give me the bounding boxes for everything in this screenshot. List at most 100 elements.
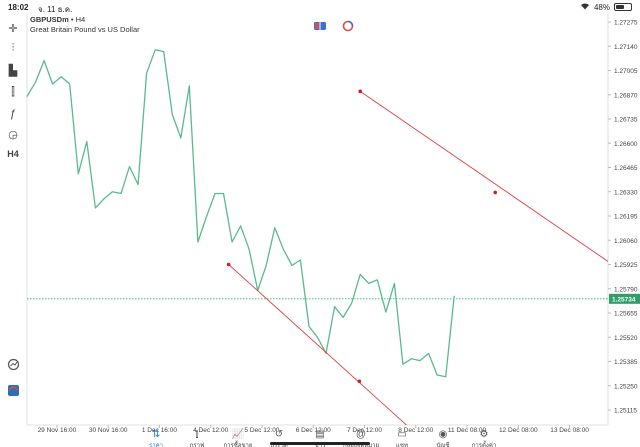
price-point xyxy=(419,360,421,361)
y-tick-label: 1.25115 xyxy=(614,408,637,415)
price-point xyxy=(291,265,293,266)
y-tick-label: 1.27140 xyxy=(614,44,638,51)
price-point xyxy=(120,193,122,194)
y-tick-label: 1.25250 xyxy=(614,383,638,390)
price-chart[interactable]: 1.27275 1.27140 1.27005 1.26870 1.26735 1.266… xyxy=(0,0,640,447)
y-tick-label: 1.27005 xyxy=(614,68,638,75)
price-point xyxy=(394,283,395,284)
price-point xyxy=(453,295,455,297)
indicators-icon[interactable]: ⫶ xyxy=(5,40,21,56)
nav-label: แชท xyxy=(396,443,408,447)
chart-header: GBPUSDm • H4 Great Britain Pound vs US D… xyxy=(30,15,140,35)
price-point xyxy=(334,306,335,308)
candlestick-icon: ⫾ xyxy=(195,429,199,440)
nav-label: การตั้งค่า xyxy=(471,443,497,447)
news-icon: ▤ xyxy=(315,429,325,440)
price-point xyxy=(385,311,387,313)
left-toolbar: ✛ ⫶ ▙ ⫿ ƒ ◶ H4 xyxy=(0,14,26,424)
price-point xyxy=(26,96,28,97)
y-tick-label: 1.26465 xyxy=(614,165,638,172)
price-point xyxy=(35,81,36,83)
price-point xyxy=(377,279,378,281)
price-point xyxy=(240,225,241,227)
sort-arrows-icon: ⇅ xyxy=(151,429,161,440)
nav-label: ราคา xyxy=(149,443,163,447)
price-point xyxy=(436,374,438,376)
trend-line[interactable] xyxy=(359,90,608,262)
y-tick-label: 1.27275 xyxy=(614,20,638,27)
header-separator: • xyxy=(70,15,74,24)
price-point xyxy=(223,193,224,194)
price-point xyxy=(163,51,165,52)
price-point xyxy=(171,114,173,115)
trend-line-anchor[interactable] xyxy=(358,89,363,94)
price-point xyxy=(146,72,147,74)
price-point xyxy=(214,193,216,194)
nav-quotes[interactable]: ⇅ ราคา xyxy=(136,429,176,447)
price-point xyxy=(274,227,276,228)
sync-icon[interactable] xyxy=(342,19,354,32)
price-point xyxy=(189,85,190,87)
nav-chat[interactable]: ▭ แชท xyxy=(382,429,422,447)
price-point xyxy=(368,283,370,284)
y-tick-label: 1.25790 xyxy=(614,286,638,293)
price-point xyxy=(95,207,96,209)
price-point xyxy=(86,141,88,142)
nav-chart[interactable]: ⫾ กราฟ xyxy=(177,429,217,447)
nav-settings[interactable]: ⚙ การตั้งค่า xyxy=(464,429,504,447)
alerts-icon[interactable] xyxy=(5,356,21,372)
nav-accounts[interactable]: ◉ บัญชี xyxy=(423,429,463,447)
y-tick-label: 1.25385 xyxy=(614,359,638,366)
price-point xyxy=(197,241,199,243)
home-indicator xyxy=(270,442,370,445)
price-point xyxy=(428,353,429,354)
trend-chart-icon: 📈 xyxy=(231,429,245,440)
price-point xyxy=(43,60,45,61)
function-icon[interactable]: ƒ xyxy=(5,106,21,122)
price-point xyxy=(248,248,250,250)
price-point xyxy=(137,184,139,185)
price-point xyxy=(317,336,318,338)
price-point xyxy=(129,166,130,167)
y-tick-label: 1.25520 xyxy=(614,335,638,342)
header-icons xyxy=(314,19,354,32)
broker-logo-icon[interactable] xyxy=(5,382,21,398)
one-click-trading-icon[interactable] xyxy=(314,19,326,31)
price-point xyxy=(445,376,446,378)
symbol-name: GBPUSDm xyxy=(30,15,69,24)
y-tick-label: 1.26330 xyxy=(614,189,638,196)
y-tick-label: 1.26600 xyxy=(614,141,638,148)
nav-label: บัญชี xyxy=(436,443,450,447)
timeframe-label: H4 xyxy=(75,15,86,24)
price-point xyxy=(154,49,156,51)
price-point xyxy=(231,241,233,243)
account-icon: ◉ xyxy=(438,429,448,440)
price-point xyxy=(180,137,182,139)
nav-trade[interactable]: 📈 การซื้อขาย xyxy=(218,429,258,447)
trend-line[interactable] xyxy=(228,264,447,447)
price-point xyxy=(300,259,301,261)
volume-icon[interactable]: ▙ xyxy=(5,62,21,78)
timeframe-button[interactable]: H4 xyxy=(5,146,21,162)
price-point xyxy=(112,191,113,193)
price-line-series xyxy=(26,49,455,378)
price-point xyxy=(77,173,79,175)
price-point xyxy=(103,198,105,200)
nav-label: การซื้อขาย xyxy=(223,443,253,447)
trend-line-anchor[interactable] xyxy=(493,190,498,195)
y-tick-label: 1.25925 xyxy=(614,262,638,269)
price-point xyxy=(359,274,361,275)
chat-icon: ▭ xyxy=(397,429,407,440)
history-icon: ↺ xyxy=(274,429,284,440)
trend-line-anchor[interactable] xyxy=(226,262,231,267)
y-tick-label: 1.25655 xyxy=(614,311,638,318)
current-price-label: 1.25734 xyxy=(612,296,636,303)
settings-sliders-icon[interactable]: ⫿ xyxy=(5,84,21,100)
symbol-description: Great Britain Pound vs US Dollar xyxy=(30,25,140,34)
objects-icon[interactable]: ◶ xyxy=(5,126,21,142)
y-tick-label: 1.26195 xyxy=(614,214,638,221)
price-point xyxy=(283,248,284,250)
trend-line-anchor[interactable] xyxy=(357,379,362,384)
crosshair-icon[interactable]: ✛ xyxy=(5,20,21,36)
price-point xyxy=(60,76,62,78)
